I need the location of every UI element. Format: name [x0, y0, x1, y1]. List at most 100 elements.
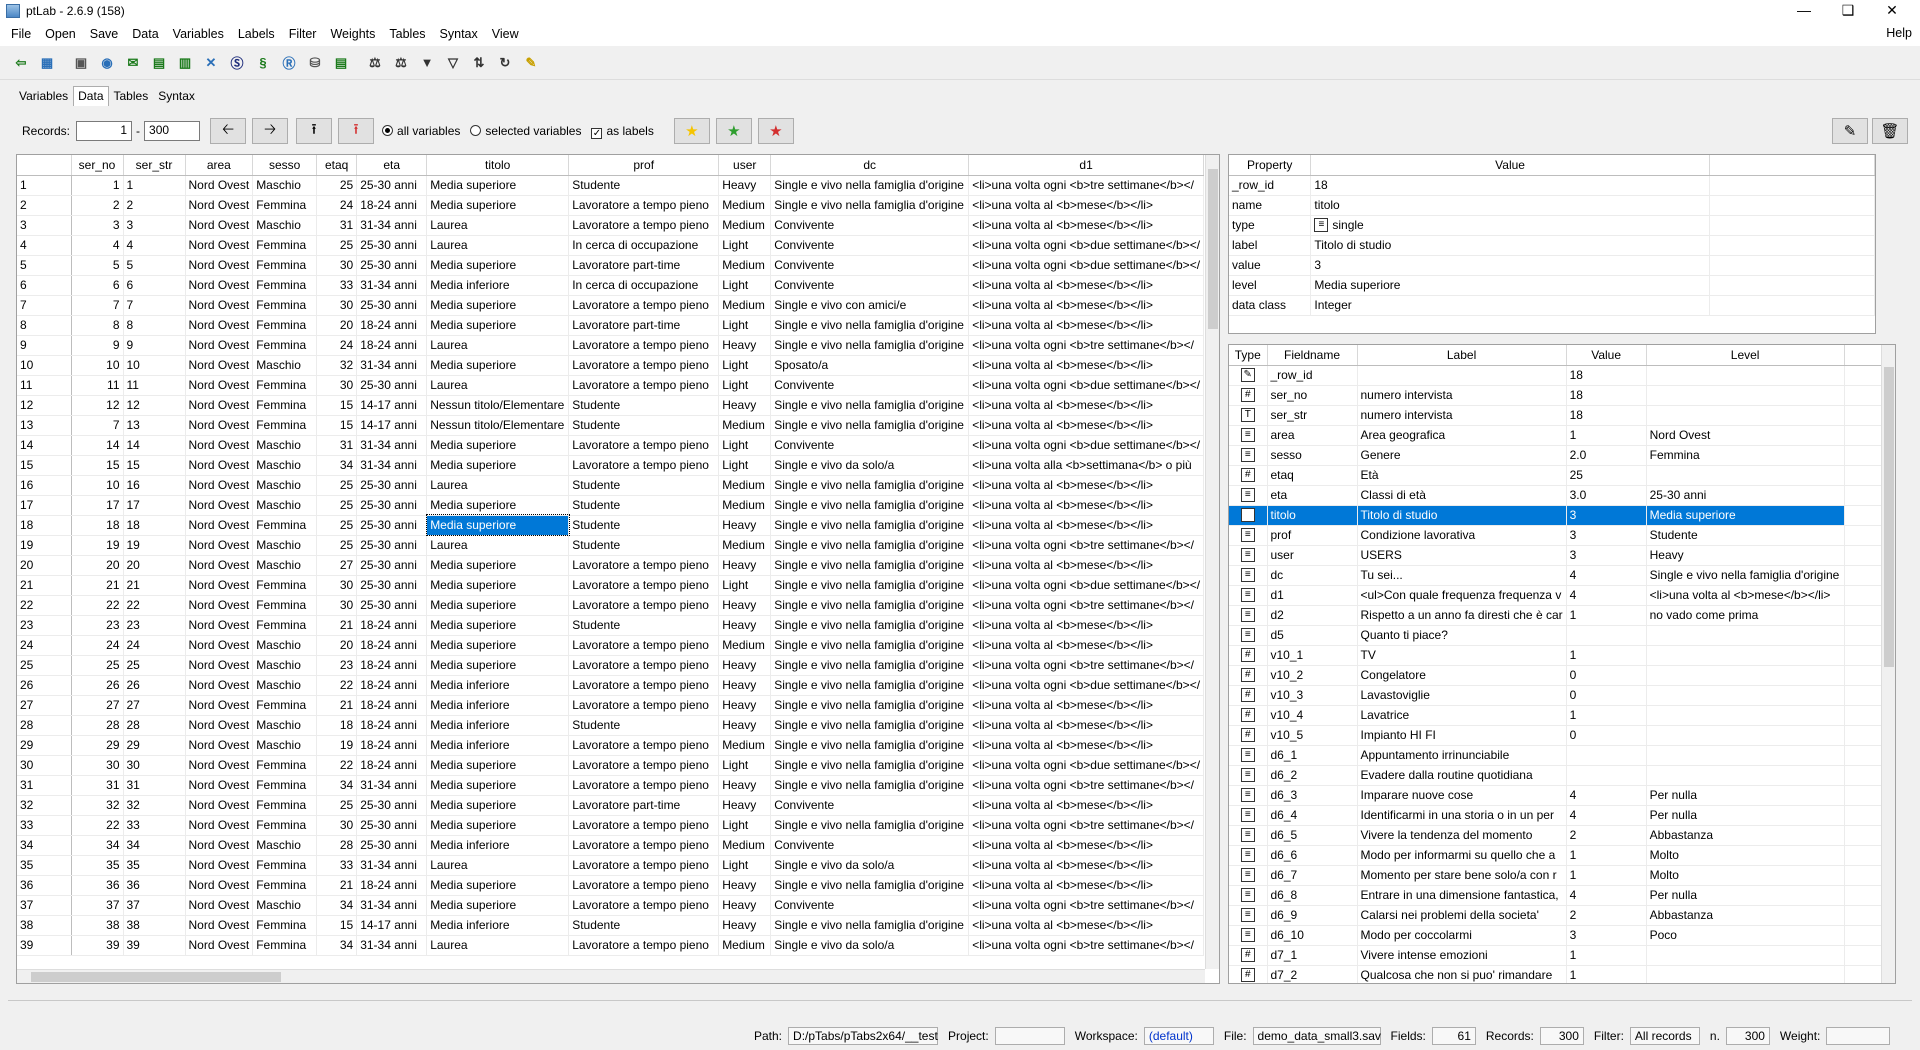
- stata-button[interactable]: Ⓢ: [226, 52, 248, 74]
- cell-area[interactable]: Nord Ovest: [185, 695, 254, 716]
- cell-user[interactable]: Heavy: [718, 675, 772, 696]
- cell-etaq[interactable]: 33: [316, 275, 358, 296]
- cell-prof[interactable]: Lavoratore a tempo pieno: [568, 775, 720, 796]
- cell-ser_str[interactable]: 15: [123, 455, 186, 476]
- cell-user[interactable]: Light: [718, 435, 772, 456]
- star-yellow-button[interactable]: ★: [673, 118, 710, 144]
- selected-variables-radio[interactable]: selected variables: [470, 124, 581, 138]
- value-cell[interactable]: 4: [1566, 565, 1647, 586]
- fieldname-cell[interactable]: d2: [1267, 605, 1358, 626]
- cell-sesso[interactable]: Maschio: [252, 355, 318, 376]
- cell-d1[interactable]: <li>una volta al <b>mese</b></li>: [968, 275, 1205, 296]
- cell-user[interactable]: Light: [718, 855, 772, 876]
- cell-prof[interactable]: Lavoratore a tempo pieno: [568, 835, 720, 856]
- menu-file[interactable]: File: [4, 27, 38, 41]
- cell-ser_no[interactable]: 18: [71, 515, 124, 536]
- cell-sesso[interactable]: Maschio: [252, 895, 318, 916]
- cell-ser_no[interactable]: 12: [71, 395, 124, 416]
- cell-user[interactable]: Heavy: [718, 915, 772, 936]
- level-cell[interactable]: [1646, 765, 1845, 786]
- upload-red-button[interactable]: ⭱: [338, 118, 375, 144]
- cell-user[interactable]: Medium: [718, 475, 772, 496]
- cell-dc[interactable]: Single e vivo da solo/a: [770, 455, 970, 476]
- cell-user[interactable]: Medium: [718, 735, 772, 756]
- cell-ser_str[interactable]: 35: [123, 855, 186, 876]
- cell-user[interactable]: Medium: [718, 495, 772, 516]
- export-button[interactable]: ▤: [330, 52, 352, 74]
- grid-button[interactable]: ▦: [36, 52, 58, 74]
- cell-titolo[interactable]: Media superiore: [426, 575, 570, 596]
- cell-etaq[interactable]: 34: [316, 935, 358, 956]
- cell-user[interactable]: Medium: [718, 635, 772, 656]
- cell-ser_no[interactable]: 11: [71, 375, 124, 396]
- column-header-user[interactable]: user: [718, 155, 772, 176]
- cell-ser_no[interactable]: 21: [71, 575, 124, 596]
- cell-user[interactable]: Heavy: [718, 615, 772, 636]
- cell-ser_str[interactable]: 10: [123, 355, 186, 376]
- cell-ser_no[interactable]: 22: [71, 595, 124, 616]
- cell-area[interactable]: Nord Ovest: [185, 595, 254, 616]
- star-green-button[interactable]: ★: [715, 118, 752, 144]
- menu-filter[interactable]: Filter: [282, 27, 324, 41]
- cell-titolo[interactable]: Media inferiore: [426, 715, 570, 736]
- cell-d1[interactable]: <li>una volta al <b>mese</b></li>: [968, 495, 1205, 516]
- level-cell[interactable]: 25-30 anni: [1646, 485, 1845, 506]
- property-value[interactable]: 18: [1310, 175, 1710, 196]
- cell-ser_str[interactable]: 21: [123, 575, 186, 596]
- cell-d1[interactable]: <li>una volta ogni <b>tre settimane</b><…: [968, 535, 1205, 556]
- cell-titolo[interactable]: Laurea: [426, 215, 570, 236]
- cell-ser_str[interactable]: 13: [123, 415, 186, 436]
- layout-button[interactable]: ▣: [70, 52, 92, 74]
- cell-sesso[interactable]: Femmina: [252, 335, 318, 356]
- cell-user[interactable]: Medium: [718, 255, 772, 276]
- label-cell[interactable]: Genere: [1357, 445, 1567, 466]
- cell-sesso[interactable]: Femmina: [252, 815, 318, 836]
- menu-data[interactable]: Data: [125, 27, 165, 41]
- level-cell[interactable]: [1646, 625, 1845, 646]
- variable-row[interactable]: ≡ prof Condizione lavorativa 3 Studente: [1229, 525, 1891, 546]
- cell-eta[interactable]: 18-24 anni: [356, 735, 428, 756]
- property-value[interactable]: Titolo di studio: [1310, 235, 1710, 256]
- cell-user[interactable]: Light: [718, 235, 772, 256]
- label-cell[interactable]: Momento per stare bene solo/a con r: [1357, 865, 1567, 886]
- cell-sesso[interactable]: Maschio: [252, 175, 318, 196]
- cell-eta[interactable]: 25-30 anni: [356, 535, 428, 556]
- cell-d1[interactable]: <li>una volta ogni <b>tre settimane</b><…: [968, 335, 1205, 356]
- table-row[interactable]: 15 15 15 Nord Ovest Maschio 34 31-34 anni Media…: [17, 455, 1205, 476]
- level-cell[interactable]: Femmina: [1646, 445, 1845, 466]
- fieldname-cell[interactable]: v10_1: [1267, 645, 1358, 666]
- fieldname-cell[interactable]: d6_4: [1267, 805, 1358, 826]
- fieldname-cell[interactable]: d6_6: [1267, 845, 1358, 866]
- data-horizontal-scrollbar[interactable]: [17, 969, 1205, 983]
- label-cell[interactable]: Modo per coccolarmi: [1357, 925, 1567, 946]
- table-row[interactable]: 14 14 14 Nord Ovest Maschio 31 31-34 anni Media…: [17, 435, 1205, 456]
- cell-d1[interactable]: <li>una volta ogni <b>due settimane</b><…: [968, 675, 1205, 696]
- variable-row[interactable]: ≡ titolo Titolo di studio 3 Media superiore: [1229, 505, 1891, 526]
- cell-sesso[interactable]: Femmina: [252, 515, 318, 536]
- level-cell[interactable]: Per nulla: [1646, 885, 1845, 906]
- cell-eta[interactable]: 25-30 anni: [356, 295, 428, 316]
- cell-d1[interactable]: <li>una volta ogni <b>tre settimane</b><…: [968, 595, 1205, 616]
- level-cell[interactable]: [1646, 945, 1845, 966]
- fieldname-cell[interactable]: dc: [1267, 565, 1358, 586]
- weight2-button[interactable]: ⚖: [390, 52, 412, 74]
- cell-prof[interactable]: Studente: [568, 395, 720, 416]
- cell-sesso[interactable]: Femmina: [252, 615, 318, 636]
- cell-sesso[interactable]: Femmina: [252, 755, 318, 776]
- records-to-input[interactable]: 300: [144, 121, 201, 141]
- cell-ser_str[interactable]: 14: [123, 435, 186, 456]
- cell-area[interactable]: Nord Ovest: [185, 555, 254, 576]
- cell-ser_str[interactable]: 19: [123, 535, 186, 556]
- fieldname-cell[interactable]: ser_str: [1267, 405, 1358, 426]
- fieldname-cell[interactable]: d7_2: [1267, 965, 1358, 983]
- cell-area[interactable]: Nord Ovest: [185, 235, 254, 256]
- next-page-button[interactable]: 🡢: [252, 118, 289, 144]
- filter-button[interactable]: ▼: [416, 52, 438, 74]
- cell-area[interactable]: Nord Ovest: [185, 335, 254, 356]
- cell-ser_str[interactable]: 5: [123, 255, 186, 276]
- label-cell[interactable]: Qualcosa che non si puo' rimandare: [1357, 965, 1567, 983]
- cell-etaq[interactable]: 30: [316, 375, 358, 396]
- cell-area[interactable]: Nord Ovest: [185, 475, 254, 496]
- value-cell[interactable]: 2: [1566, 905, 1647, 926]
- cell-ser_no[interactable]: 34: [71, 835, 124, 856]
